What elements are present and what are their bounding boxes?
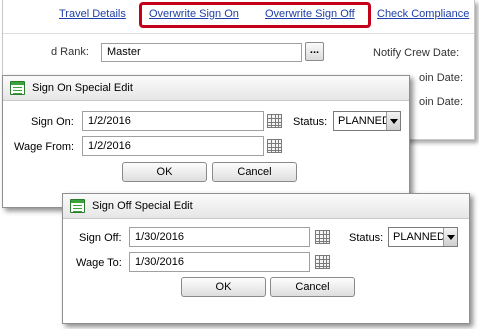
- rank-input[interactable]: Master: [101, 43, 302, 62]
- status-select[interactable]: PLANNED: [388, 227, 458, 247]
- dialog-title: Sign Off Special Edit: [92, 200, 193, 212]
- join-date-label-2: oin Date:: [419, 96, 464, 108]
- divider: [3, 33, 474, 34]
- dialog-title: Sign On Special Edit: [32, 82, 133, 94]
- chevron-down-icon[interactable]: [386, 112, 400, 130]
- chevron-down-icon[interactable]: [443, 228, 457, 246]
- calendar-icon[interactable]: [267, 139, 282, 153]
- action-links-bar: Travel Details Overwrite Sign On Overwri…: [3, 0, 474, 30]
- status-value: PLANNED: [338, 115, 390, 127]
- status-label: Status:: [349, 232, 384, 244]
- calendar-icon[interactable]: [315, 255, 330, 269]
- calendar-icon[interactable]: [267, 114, 282, 128]
- dialog-title-bar: Sign Off Special Edit: [63, 194, 469, 219]
- join-date-label: oin Date:: [419, 72, 464, 84]
- rank-lookup-button[interactable]: ...: [305, 42, 324, 61]
- form-icon: [70, 199, 85, 213]
- sign-off-label: Sign Off:: [79, 232, 122, 244]
- calendar-icon[interactable]: [315, 230, 330, 244]
- highlight-annotation: [139, 2, 371, 28]
- sign-on-dialog: Sign On Special Edit Sign On: 1/2/2016 S…: [2, 75, 410, 208]
- wage-to-label: Wage To:: [76, 257, 122, 269]
- wage-to-input[interactable]: 1/30/2016: [129, 252, 310, 272]
- status-label: Status:: [293, 116, 328, 128]
- travel-details-link[interactable]: Travel Details: [59, 8, 126, 20]
- wage-from-input[interactable]: 1/2/2016: [82, 136, 264, 156]
- sign-off-dialog: Sign Off Special Edit Sign Off: 1/30/201…: [62, 193, 470, 324]
- sign-off-input[interactable]: 1/30/2016: [129, 227, 310, 247]
- sign-on-input[interactable]: 1/2/2016: [82, 111, 264, 131]
- wage-from-label: Wage From:: [14, 141, 75, 153]
- dialog-title-bar: Sign On Special Edit: [3, 76, 409, 101]
- cancel-button[interactable]: Cancel: [270, 277, 355, 297]
- ok-button[interactable]: OK: [181, 277, 266, 297]
- form-icon: [10, 81, 25, 95]
- status-select[interactable]: PLANNED: [333, 111, 401, 131]
- check-compliance-link[interactable]: Check Compliance: [377, 8, 469, 20]
- sign-on-label: Sign On:: [31, 116, 74, 128]
- cancel-button[interactable]: Cancel: [212, 162, 297, 182]
- ok-button[interactable]: OK: [122, 162, 207, 182]
- notify-crew-date-label: Notify Crew Date:: [373, 47, 460, 59]
- rank-label: d Rank:: [51, 46, 89, 58]
- status-value: PLANNED: [393, 231, 445, 243]
